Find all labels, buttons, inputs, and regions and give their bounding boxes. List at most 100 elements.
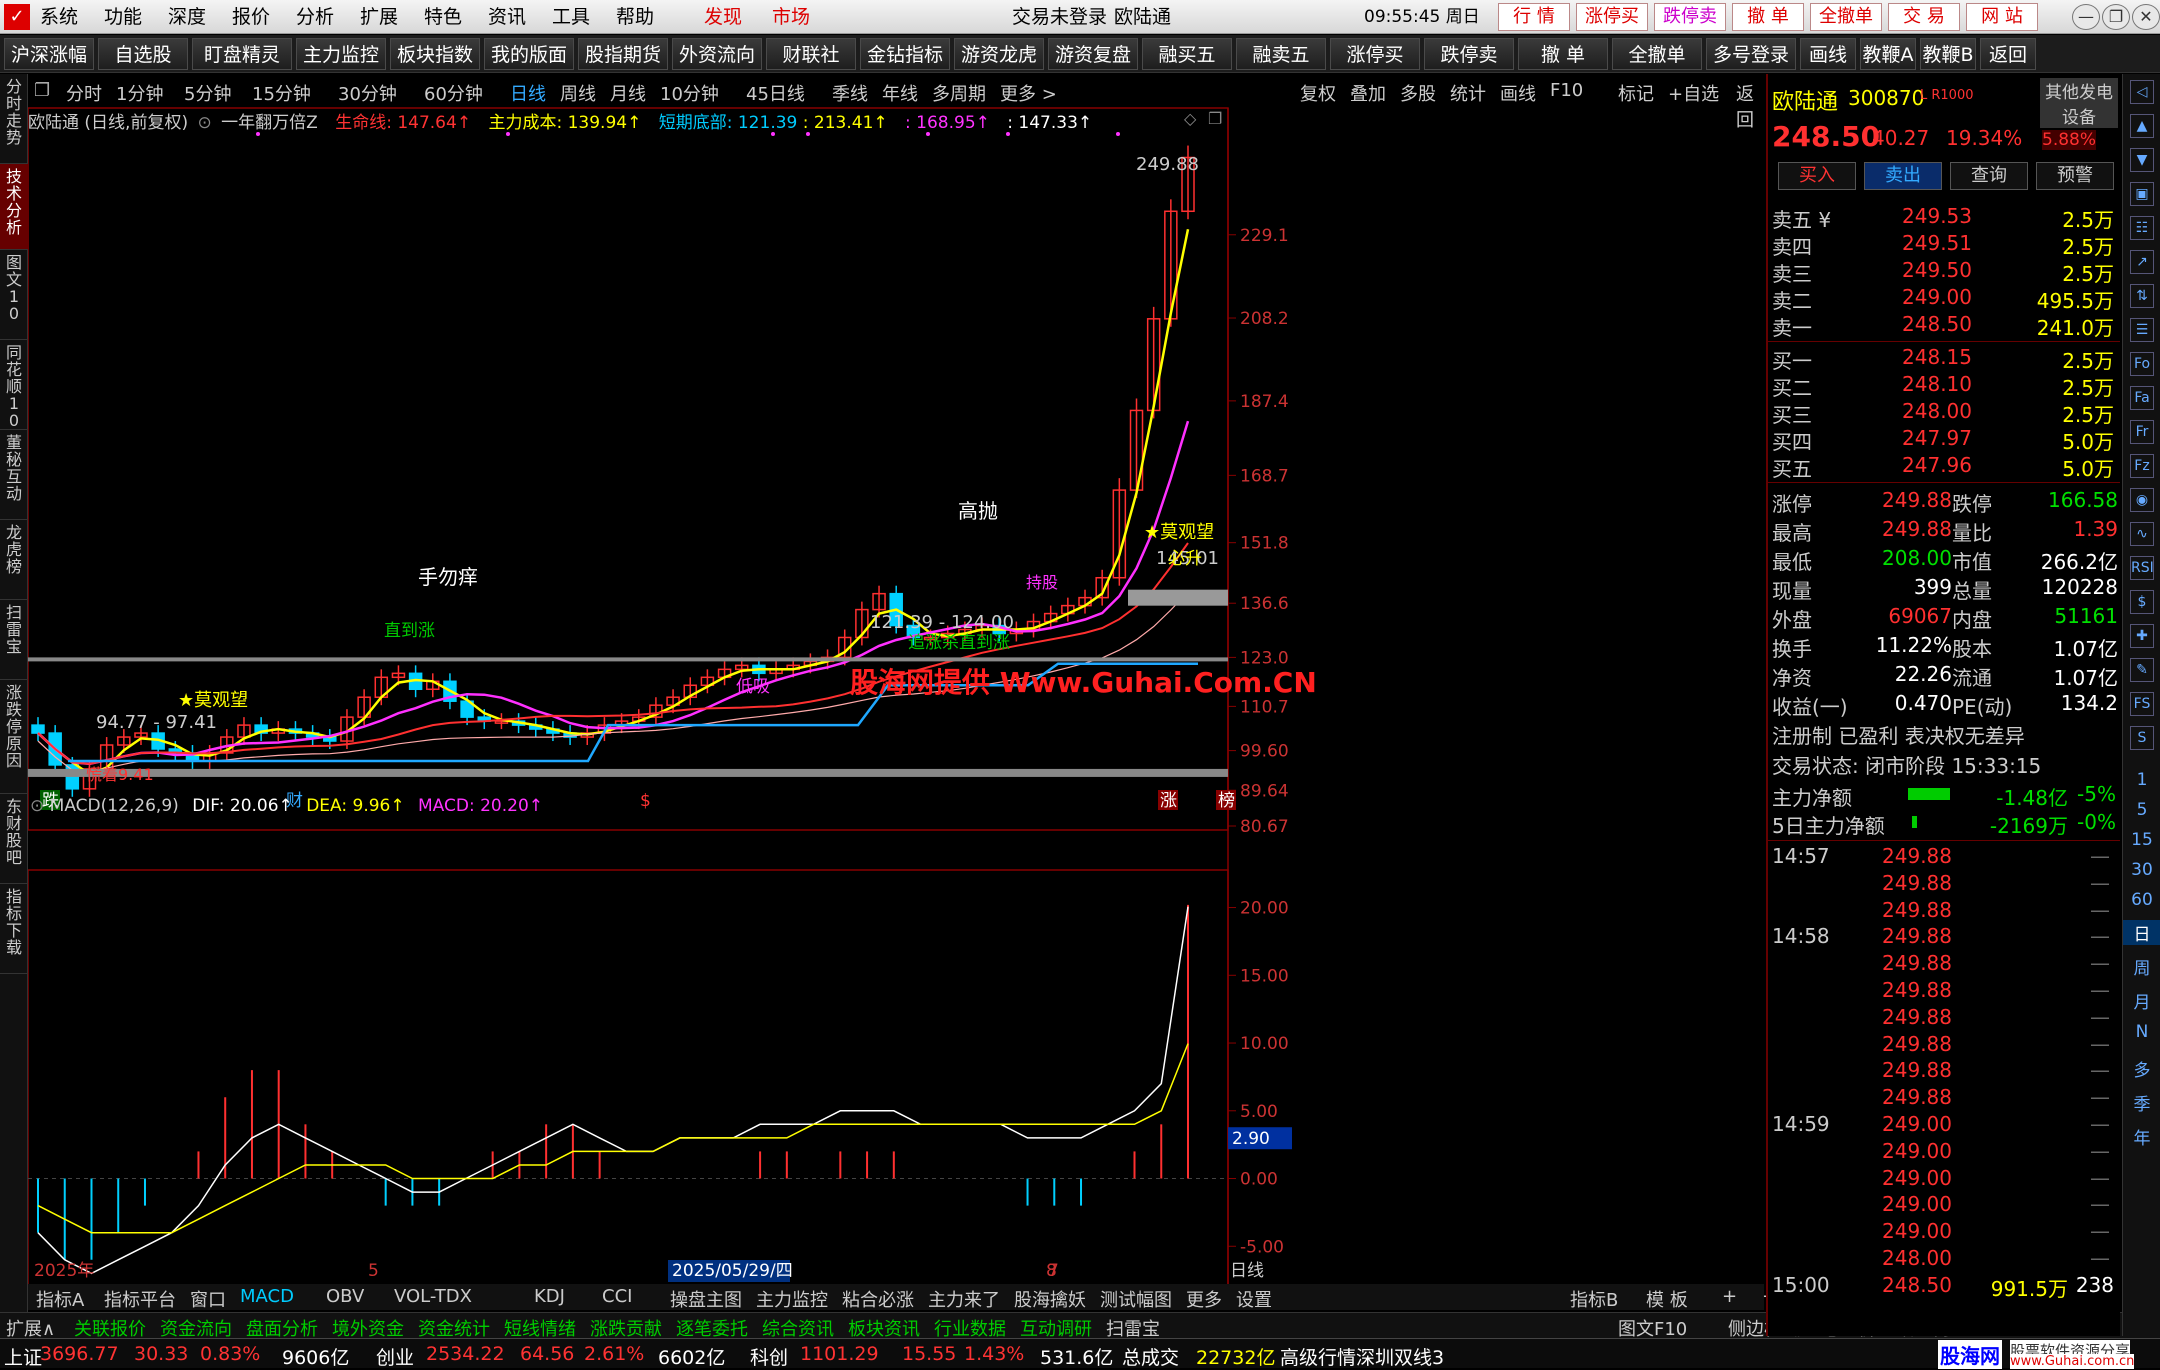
indicator-tab-6[interactable]: KDJ (534, 1286, 565, 1307)
left-tab-1[interactable]: 技术分析 (0, 164, 28, 250)
trade-button-1[interactable]: 卖出 (1864, 162, 1942, 190)
quick-button-0[interactable]: 行 情 (1498, 3, 1570, 31)
menu-item-3[interactable]: 报价 (232, 0, 270, 34)
side-tool-icon-7[interactable]: ☰ (2130, 318, 2154, 342)
indicator-tab-12[interactable]: 股海擒妖 (1014, 1286, 1086, 1312)
left-tab-2[interactable]: 图文10 (0, 250, 28, 340)
indicator-tab-8[interactable]: 操盘主图 (670, 1286, 742, 1312)
toolbar-button-3[interactable]: 主力监控 (296, 38, 386, 70)
menu-item-7[interactable]: 资讯 (488, 0, 526, 34)
left-tab-6[interactable]: 扫雷宝 (0, 600, 28, 680)
menu-market[interactable]: 市场 (772, 0, 810, 34)
indicator-tab-3[interactable]: MACD (240, 1286, 294, 1307)
indicator-tab-11[interactable]: 主力来了 (928, 1286, 1000, 1312)
toolbar-button-0[interactable]: 沪深涨幅 (4, 38, 94, 70)
side-period-num-0[interactable]: 1 (2123, 770, 2160, 790)
toolbar-button-15[interactable]: 跌停卖 (1424, 38, 1514, 70)
side-tool-icon-0[interactable]: ◁ (2130, 80, 2154, 104)
toolbar-button-14[interactable]: 涨停买 (1330, 38, 1420, 70)
indicator-tab-4[interactable]: OBV (326, 1286, 364, 1307)
menu-item-2[interactable]: 深度 (168, 0, 206, 34)
indicator-right-2[interactable]: + (1722, 1286, 1737, 1307)
toolbar-button-2[interactable]: 盯盘精灵 (192, 38, 292, 70)
indicator-tab-1[interactable]: 指标平台 (104, 1286, 176, 1312)
side-tool-icon-13[interactable]: ∿ (2130, 522, 2154, 546)
menu-item-8[interactable]: 工具 (552, 0, 590, 34)
side-tool-icon-10[interactable]: Fr (2130, 420, 2154, 444)
toolbar-button-22[interactable]: 返回 (1980, 38, 2036, 70)
toolbar-button-4[interactable]: 板块指数 (390, 38, 480, 70)
toolbar-button-6[interactable]: 股指期货 (578, 38, 668, 70)
menu-item-6[interactable]: 特色 (424, 0, 462, 34)
side-tool-icon-3[interactable]: ▣ (2130, 182, 2154, 206)
side-period-num-3[interactable]: 30 (2123, 860, 2160, 880)
toolbar-button-18[interactable]: 多号登录 (1706, 38, 1796, 70)
side-tool-icon-12[interactable]: ◉ (2130, 488, 2154, 512)
left-tab-7[interactable]: 涨跌停原因 (0, 680, 28, 794)
minimize-icon[interactable]: — (2072, 4, 2100, 30)
toolbar-button-7[interactable]: 外资流向 (672, 38, 762, 70)
indicator-tab-14[interactable]: 更多 (1186, 1286, 1222, 1312)
side-period-0[interactable]: 日 (2123, 920, 2160, 945)
indicator-right-0[interactable]: 指标B (1570, 1286, 1618, 1312)
side-tool-icon-1[interactable]: ▲ (2130, 114, 2154, 138)
indicator-tab-10[interactable]: 粘合必涨 (842, 1286, 914, 1312)
quick-button-5[interactable]: 交 易 (1888, 3, 1960, 31)
side-tool-icon-17[interactable]: ✎ (2130, 658, 2154, 682)
side-tool-icon-14[interactable]: RSI (2130, 556, 2154, 580)
stock-sector[interactable]: 其他发电设备 (2040, 78, 2118, 128)
toolbar-button-17[interactable]: 全撤单 (1612, 38, 1702, 70)
side-tool-icon-8[interactable]: Fo (2130, 352, 2154, 376)
indicator-tab-13[interactable]: 测试幅图 (1100, 1286, 1172, 1312)
chart-canvas[interactable]: 229.1208.2187.4168.7151.8136.6123.0110.7… (28, 74, 1764, 1284)
side-period-num-1[interactable]: 5 (2123, 800, 2160, 820)
menu-item-4[interactable]: 分析 (296, 0, 334, 34)
restore-icon[interactable]: ❐ (2102, 4, 2130, 30)
quick-button-2[interactable]: 跌停卖 (1654, 3, 1726, 31)
left-tab-4[interactable]: 董秘互动 (0, 430, 28, 520)
indicator-tab-15[interactable]: 设置 (1236, 1286, 1272, 1312)
side-tool-icon-15[interactable]: $ (2130, 590, 2154, 614)
toolbar-button-11[interactable]: 游资复盘 (1048, 38, 1138, 70)
indicator-toggle-icon[interactable]: ⊙ (197, 113, 211, 133)
menu-item-0[interactable]: 系统 (40, 0, 78, 34)
side-tool-icon-11[interactable]: Fz (2130, 454, 2154, 478)
toolbar-button-13[interactable]: 融卖五 (1236, 38, 1326, 70)
toolbar-button-12[interactable]: 融买五 (1142, 38, 1232, 70)
side-period-2[interactable]: 月 (2123, 988, 2160, 1013)
left-tab-3[interactable]: 同花顺10 (0, 340, 28, 430)
toolbar-button-16[interactable]: 撤 单 (1518, 38, 1608, 70)
menu-discover[interactable]: 发现 (704, 0, 742, 34)
side-period-6[interactable]: 年 (2123, 1124, 2160, 1149)
side-tool-icon-6[interactable]: ⇅ (2130, 284, 2154, 308)
macd-name[interactable]: MACD(12,26,9) (50, 796, 179, 816)
toolbar-button-8[interactable]: 财联社 (766, 38, 856, 70)
left-tab-5[interactable]: 龙虎榜 (0, 520, 28, 600)
left-tab-9[interactable]: 指标下载 (0, 884, 28, 974)
quick-button-4[interactable]: 全撤单 (1810, 3, 1882, 31)
menu-item-9[interactable]: 帮助 (616, 0, 654, 34)
side-tool-icon-16[interactable]: ✚ (2130, 624, 2154, 648)
trade-button-3[interactable]: 预警 (2036, 162, 2114, 190)
side-tool-icon-19[interactable]: S (2130, 726, 2154, 750)
side-tool-icon-4[interactable]: ☷ (2130, 216, 2154, 240)
indicator-tab-7[interactable]: CCI (602, 1286, 632, 1307)
side-period-num-2[interactable]: 15 (2123, 830, 2160, 850)
toolbar-button-9[interactable]: 金钻指标 (860, 38, 950, 70)
indicator-tab-9[interactable]: 主力监控 (756, 1286, 828, 1312)
side-period-num-4[interactable]: 60 (2123, 890, 2160, 910)
side-tool-icon-2[interactable]: ▼ (2130, 148, 2154, 172)
menu-item-5[interactable]: 扩展 (360, 0, 398, 34)
toolbar-button-5[interactable]: 我的版面 (484, 38, 574, 70)
side-tool-icon-9[interactable]: Fa (2130, 386, 2154, 410)
indicator-name[interactable]: 一年翻万倍Z (221, 113, 318, 133)
side-period-3[interactable]: N (2123, 1022, 2160, 1042)
indicator-tab-2[interactable]: 窗口 (190, 1286, 226, 1312)
quick-button-3[interactable]: 撤 单 (1732, 3, 1804, 31)
indicator-tab-5[interactable]: VOL-TDX (394, 1286, 472, 1307)
toolbar-button-10[interactable]: 游资龙虎 (954, 38, 1044, 70)
left-tab-0[interactable]: 分时走势 (0, 74, 28, 164)
toolbar-button-21[interactable]: 教鞭B (1920, 38, 1976, 70)
indicator-right-1[interactable]: 模 板 (1646, 1286, 1688, 1312)
trade-button-2[interactable]: 查询 (1950, 162, 2028, 190)
